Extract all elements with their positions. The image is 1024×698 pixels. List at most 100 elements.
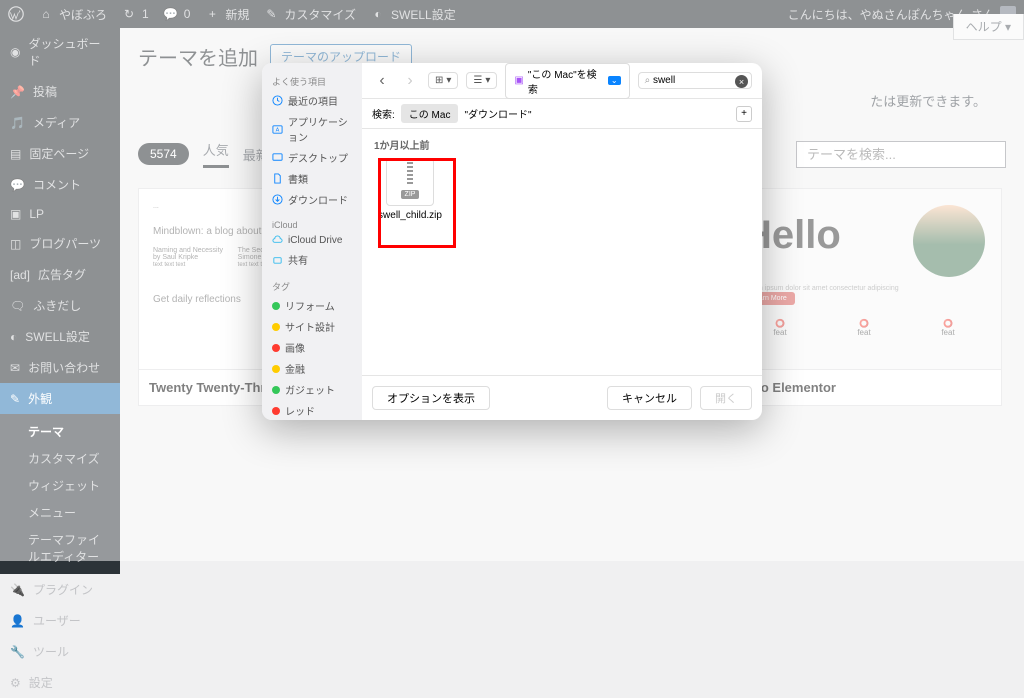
submenu-customize[interactable]: カスタマイズ xyxy=(0,445,120,472)
sidebar-applications[interactable]: Aアプリケーション xyxy=(262,111,362,147)
menu-pages[interactable]: ▤固定ページ xyxy=(0,138,120,169)
list-icon: ☰ xyxy=(473,75,482,86)
brush-icon: ✎ xyxy=(263,6,279,22)
theme-card[interactable]: Hellome Lorem ipsum dolor sit amet conse… xyxy=(726,188,1002,406)
icloud-label: iCloud xyxy=(262,216,362,232)
folder-icon: ▣ xyxy=(514,75,523,86)
menu-swell[interactable]: ◐SWELL設定 xyxy=(0,321,120,352)
zip-file-icon: ZIP xyxy=(386,158,434,206)
page-title: テーマを追加 xyxy=(138,42,258,71)
sidebar-tag[interactable]: リフォーム xyxy=(262,295,362,316)
menu-plugins[interactable]: 🔌プラグイン xyxy=(0,574,120,605)
clear-search-button[interactable]: × xyxy=(735,75,748,88)
appearance-submenu: テーマ カスタマイズ ウィジェット メニュー テーマファイルエディター xyxy=(0,414,120,574)
sidebar-tag[interactable]: サイト設計 xyxy=(262,316,362,337)
comment-icon: 💬 xyxy=(163,6,179,22)
appearance-icon: ✎ xyxy=(10,392,20,406)
sidebar-documents[interactable]: 書類 xyxy=(262,168,362,189)
sidebar-recents[interactable]: 最近の項目 xyxy=(262,90,362,111)
tag-dot-icon xyxy=(272,407,280,415)
theme-name: Hello Elementor xyxy=(727,369,1001,405)
new-content-link[interactable]: +新規 xyxy=(204,6,249,23)
tags-label: タグ xyxy=(262,276,362,295)
nav-forward-button[interactable]: › xyxy=(400,71,420,91)
grid-icon: ⊞ xyxy=(435,75,443,86)
menu-users[interactable]: 👤ユーザー xyxy=(0,605,120,636)
help-button[interactable]: ヘルプ ▾ xyxy=(953,14,1024,40)
menu-comments[interactable]: 💬コメント xyxy=(0,169,120,200)
plus-icon: + xyxy=(204,6,220,22)
menu-tools[interactable]: 🔧ツール xyxy=(0,636,120,667)
file-search-input[interactable]: ⌕ swell× xyxy=(638,72,752,89)
scope-this-mac[interactable]: この Mac xyxy=(401,104,459,123)
options-button[interactable]: オプションを表示 xyxy=(372,386,490,410)
cancel-button[interactable]: キャンセル xyxy=(607,386,692,410)
menu-dashboard[interactable]: ◉ダッシュボード xyxy=(0,28,120,76)
file-open-dialog: よく使う項目 最近の項目 Aアプリケーション デスクトップ 書類 ダウンロード … xyxy=(262,63,762,420)
parts-icon: ◫ xyxy=(10,237,21,251)
menu-blogparts[interactable]: ◫ブログパーツ xyxy=(0,228,120,259)
tag-dot-icon xyxy=(272,323,280,331)
sidebar-shared[interactable]: 共有 xyxy=(262,249,362,270)
menu-posts[interactable]: 📌投稿 xyxy=(0,76,120,107)
menu-appearance[interactable]: ✎外観 xyxy=(0,383,120,414)
sidebar-downloads[interactable]: ダウンロード xyxy=(262,189,362,210)
comments-link[interactable]: 💬0 xyxy=(163,6,191,22)
pin-icon: 📌 xyxy=(10,85,25,99)
search-label: 検索: xyxy=(372,106,395,121)
submenu-menus[interactable]: メニュー xyxy=(0,499,120,526)
scope-downloads[interactable]: "ダウンロード" xyxy=(464,106,531,121)
submenu-widgets[interactable]: ウィジェット xyxy=(0,472,120,499)
menu-settings[interactable]: ⚙設定 xyxy=(0,667,120,698)
sidebar-tag[interactable]: ガジェット xyxy=(262,379,362,400)
lp-icon: ▣ xyxy=(10,207,21,221)
updates-link[interactable]: ↻1 xyxy=(121,6,149,22)
theme-count-badge: 5574 xyxy=(138,143,189,165)
tag-dot-icon xyxy=(272,344,280,352)
menu-contact[interactable]: ✉お問い合わせ xyxy=(0,352,120,383)
file-name: swell_child.zip xyxy=(374,210,446,221)
sidebar-tag[interactable]: 画像 xyxy=(262,337,362,358)
home-icon: ⌂ xyxy=(38,6,54,22)
file-dialog-toolbar: ‹ › ⊞ ▾ ☰ ▾ ▣"この Mac"を検索⌄ ⌕ swell× xyxy=(362,63,762,99)
location-dropdown[interactable]: ▣"この Mac"を検索⌄ xyxy=(505,63,629,99)
sidebar-tag[interactable]: レッド xyxy=(262,400,362,420)
date-group-label: 1か月以上前 xyxy=(374,137,750,152)
swell-settings-link[interactable]: ◐SWELL設定 xyxy=(370,6,456,23)
favorites-label: よく使う項目 xyxy=(262,71,362,90)
menu-lp[interactable]: ▣LP xyxy=(0,200,120,228)
file-item[interactable]: ZIP swell_child.zip xyxy=(374,158,446,221)
wp-logo[interactable] xyxy=(8,6,24,22)
theme-search-input[interactable] xyxy=(796,141,1006,168)
filter-popular[interactable]: 人気 xyxy=(203,140,229,168)
view-mode-button[interactable]: ⊞ ▾ xyxy=(428,72,458,89)
theme-preview: Hellome Lorem ipsum dolor sit amet conse… xyxy=(727,189,1001,369)
search-scope-bar: 検索: この Mac "ダウンロード" + xyxy=(362,99,762,129)
submenu-editor[interactable]: テーマファイルエディター xyxy=(0,526,120,570)
file-dialog-sidebar: よく使う項目 最近の項目 Aアプリケーション デスクトップ 書類 ダウンロード … xyxy=(262,63,362,420)
open-button[interactable]: 開く xyxy=(700,386,752,410)
submenu-themes[interactable]: テーマ xyxy=(0,418,120,445)
sidebar-icloud-drive[interactable]: iCloud Drive xyxy=(262,232,362,249)
tag-dot-icon xyxy=(272,386,280,394)
svg-text:A: A xyxy=(276,127,280,133)
file-list-area: 1か月以上前 ZIP swell_child.zip xyxy=(362,129,762,375)
menu-balloon[interactable]: 🗨ふきだし xyxy=(0,290,120,321)
plugin-icon: 🔌 xyxy=(10,583,25,597)
wordpress-icon xyxy=(8,6,24,22)
menu-adtag[interactable]: [ad]広告タグ xyxy=(0,259,120,290)
ad-icon: [ad] xyxy=(10,268,30,282)
menu-media[interactable]: 🎵メディア xyxy=(0,107,120,138)
sidebar-desktop[interactable]: デスクトップ xyxy=(262,147,362,168)
wp-admin-bar: ⌂やぼぶろ ↻1 💬0 +新規 ✎カスタマイズ ◐SWELL設定 こんにちは、や… xyxy=(0,0,1024,28)
wp-admin-sidebar: ◉ダッシュボード 📌投稿 🎵メディア ▤固定ページ 💬コメント ▣LP ◫ブログ… xyxy=(0,28,120,561)
add-filter-button[interactable]: + xyxy=(736,106,752,122)
mail-icon: ✉ xyxy=(10,361,20,375)
tool-icon: 🔧 xyxy=(10,645,25,659)
refresh-icon: ↻ xyxy=(121,6,137,22)
site-name-link[interactable]: ⌂やぼぶろ xyxy=(38,6,107,23)
nav-back-button[interactable]: ‹ xyxy=(372,71,392,91)
sidebar-tag[interactable]: 金融 xyxy=(262,358,362,379)
group-mode-button[interactable]: ☰ ▾ xyxy=(466,72,497,89)
customize-link[interactable]: ✎カスタマイズ xyxy=(263,6,356,23)
